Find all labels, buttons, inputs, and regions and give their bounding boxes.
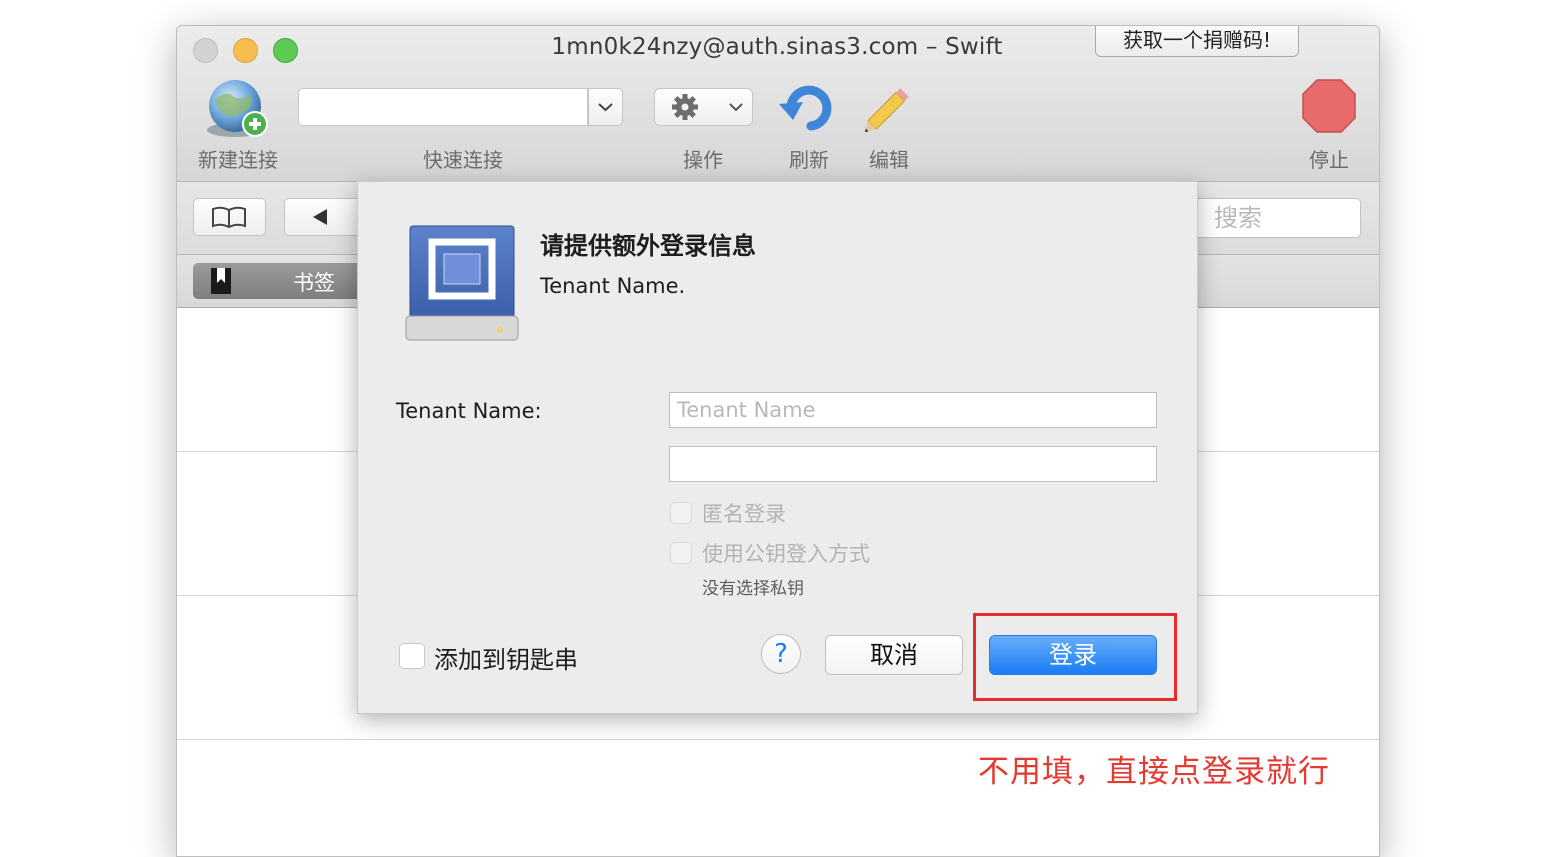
bookmark-icon bbox=[211, 268, 231, 294]
help-button[interactable]: ? bbox=[761, 634, 801, 674]
anonymous-login-checkbox[interactable] bbox=[670, 502, 692, 524]
tenant-name-label: Tenant Name: bbox=[396, 399, 542, 423]
action-label: 操作 bbox=[683, 148, 723, 172]
no-private-key-text: 没有选择私钥 bbox=[702, 579, 804, 599]
bookmark-tab-label: 书签 bbox=[293, 271, 335, 295]
dialog-subtitle: Tenant Name. bbox=[540, 274, 686, 298]
tenant-name-input[interactable]: Tenant Name bbox=[669, 392, 1157, 428]
edit-label: 编辑 bbox=[869, 148, 909, 172]
secondary-input[interactable] bbox=[669, 446, 1157, 482]
cancel-button[interactable]: 取消 bbox=[825, 635, 963, 675]
public-key-checkbox[interactable] bbox=[670, 542, 692, 564]
quick-connect-input[interactable] bbox=[298, 88, 588, 126]
book-icon bbox=[212, 206, 246, 229]
refresh-label: 刷新 bbox=[789, 148, 829, 172]
minimize-button[interactable] bbox=[233, 38, 258, 63]
quick-connect-dropdown[interactable] bbox=[588, 88, 623, 126]
toolbar: 1mn0k24nzy@auth.sinas3.com – Swift 获取一个捐… bbox=[177, 26, 1379, 182]
back-arrow-icon bbox=[313, 209, 327, 225]
search-placeholder: 搜索 bbox=[1214, 204, 1262, 232]
login-highlight-box bbox=[973, 613, 1177, 701]
search-input[interactable]: 搜索 bbox=[1179, 198, 1361, 238]
public-key-label: 使用公钥登入方式 bbox=[702, 542, 870, 566]
drive-icon bbox=[405, 225, 519, 341]
tenant-name-placeholder: Tenant Name bbox=[677, 398, 816, 422]
annotation-text: 不用填，直接点登录就行 bbox=[978, 754, 1330, 790]
edit-button[interactable] bbox=[859, 80, 919, 136]
row-divider bbox=[177, 739, 1379, 740]
new-connection-label: 新建连接 bbox=[198, 148, 278, 172]
action-menu-button[interactable] bbox=[654, 88, 753, 126]
chevron-down-icon bbox=[598, 103, 613, 112]
add-to-keychain-label: 添加到钥匙串 bbox=[434, 646, 578, 674]
close-button[interactable] bbox=[193, 38, 218, 63]
pencil-icon bbox=[864, 88, 909, 133]
quick-connect-label: 快速连接 bbox=[423, 148, 503, 172]
zoom-button[interactable] bbox=[273, 38, 298, 63]
bookmark-tab[interactable]: 书签 bbox=[193, 263, 373, 299]
anonymous-login-label: 匿名登录 bbox=[702, 502, 786, 526]
new-connection-button[interactable] bbox=[203, 76, 273, 142]
stop-icon bbox=[1302, 79, 1356, 133]
refresh-icon bbox=[779, 85, 832, 131]
add-to-keychain-checkbox[interactable] bbox=[399, 643, 425, 669]
back-button[interactable] bbox=[284, 198, 364, 236]
stop-button[interactable] bbox=[1301, 78, 1357, 134]
bookmarks-toggle-button[interactable] bbox=[193, 198, 266, 236]
refresh-button[interactable] bbox=[777, 80, 839, 136]
dialog-title: 请提供额外登录信息 bbox=[540, 232, 756, 260]
stop-label: 停止 bbox=[1309, 148, 1349, 172]
window-title: 1mn0k24nzy@auth.sinas3.com – Swift bbox=[551, 34, 1003, 60]
globe-add-icon bbox=[207, 80, 268, 137]
donate-button[interactable]: 获取一个捐赠码! bbox=[1095, 26, 1299, 57]
gear-icon bbox=[672, 94, 743, 120]
